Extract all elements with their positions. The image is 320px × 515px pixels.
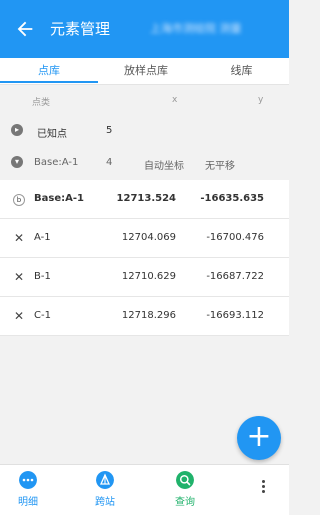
point-x: 12718.296 <box>121 310 176 321</box>
detail-icon <box>19 471 37 489</box>
bottom-nav: 明细 跨站 查询 <box>0 464 289 515</box>
group-known-points[interactable]: ▸ 已知点 5 <box>0 118 289 144</box>
plus-icon: + <box>246 419 272 454</box>
group-count: 4 <box>106 157 113 168</box>
add-point-button[interactable]: + <box>237 416 281 460</box>
page-title: 元素管理 <box>50 20 111 38</box>
nav-label: 跨站 <box>95 497 115 508</box>
point-name: Base:A-1 <box>34 193 84 204</box>
group-label: 已知点 <box>37 129 67 140</box>
group-label: Base:A-1 <box>34 157 79 168</box>
shift-mode: 无平移 <box>205 161 235 172</box>
cross-icon: ✕ <box>13 231 25 245</box>
point-y: -16635.635 <box>200 193 264 204</box>
nav-detail[interactable]: 明细 <box>3 471 53 508</box>
point-list: b Base:A-1 12713.524 -16635.635 ✕ A-1 12… <box>0 180 289 336</box>
back-arrow-icon[interactable] <box>14 18 36 40</box>
point-y: -16687.722 <box>206 271 264 282</box>
nav-query[interactable]: 查询 <box>160 471 210 508</box>
list-item[interactable]: ✕ B-1 12710.629 -16687.722 <box>0 258 289 297</box>
column-header-x: x <box>172 95 178 105</box>
point-name: A-1 <box>34 232 51 243</box>
base-icon: b <box>13 194 25 206</box>
point-x: 12710.629 <box>121 271 176 282</box>
tab-stakeout-library[interactable]: 放样点库 <box>98 58 194 84</box>
point-name: B-1 <box>34 271 51 282</box>
nav-label: 查询 <box>175 497 195 508</box>
list-item[interactable]: b Base:A-1 12713.524 -16635.635 <box>0 180 289 219</box>
chevron-right-icon[interactable]: ▸ <box>11 124 23 136</box>
group-base-a1[interactable]: ▾ Base:A-1 4 自动坐标 无平移 <box>0 150 289 176</box>
chevron-down-icon[interactable]: ▾ <box>11 156 23 168</box>
cross-icon: ✕ <box>13 270 25 284</box>
list-item[interactable]: ✕ A-1 12704.069 -16700.476 <box>0 219 289 258</box>
group-count: 5 <box>106 125 113 136</box>
point-y: -16700.476 <box>206 232 264 243</box>
more-icon[interactable] <box>258 479 268 497</box>
cross-icon: ✕ <box>13 309 25 323</box>
project-subtitle: 上海市测绘院 测量 <box>150 22 242 35</box>
column-header-y: y <box>258 95 264 105</box>
point-x: 12713.524 <box>116 193 176 204</box>
nav-label: 明细 <box>18 497 38 508</box>
column-header-type: 点类 <box>32 98 51 108</box>
station-icon <box>96 471 114 489</box>
tab-line-library[interactable]: 线库 <box>194 58 289 84</box>
search-icon <box>176 471 194 489</box>
nav-cross-station[interactable]: 跨站 <box>80 471 130 508</box>
list-item[interactable]: ✕ C-1 12718.296 -16693.112 <box>0 297 289 336</box>
point-x: 12704.069 <box>121 232 176 243</box>
active-tab-indicator <box>0 81 98 83</box>
coordinate-mode: 自动坐标 <box>144 161 184 172</box>
point-name: C-1 <box>34 310 51 321</box>
point-y: -16693.112 <box>206 310 264 321</box>
app-bar: 元素管理 上海市测绘院 测量 <box>0 0 289 58</box>
